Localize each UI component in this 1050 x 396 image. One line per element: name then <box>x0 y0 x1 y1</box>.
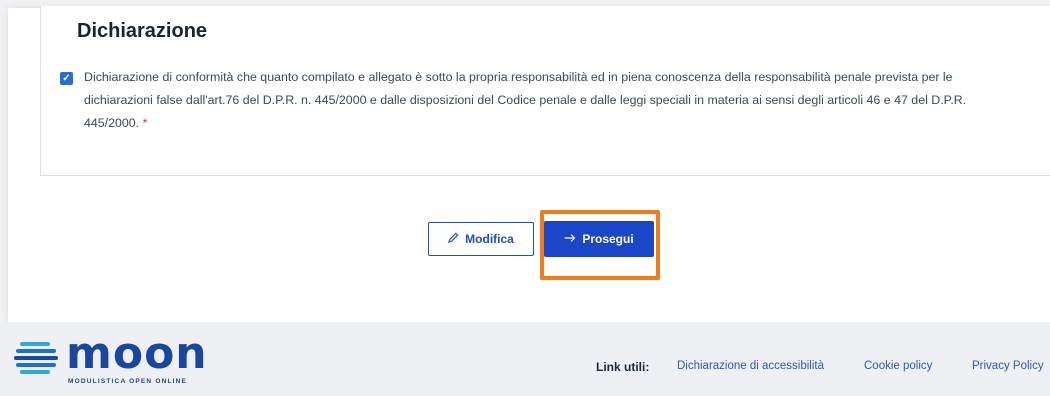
footer: moon MODULISTICA OPEN ONLINE Link utili:… <box>0 322 1050 396</box>
declaration-line-2: dichiarazioni false dall'art.76 del D.P.… <box>84 93 967 107</box>
prosegui-label: Prosegui <box>582 232 634 246</box>
moon-logo[interactable]: moon MODULISTICA OPEN ONLINE <box>14 332 207 390</box>
privacy-policy-link[interactable]: Privacy Policy <box>972 360 1044 372</box>
declaration-card: Dichiarazione ✓ Dichiarazione di conform… <box>40 6 1050 176</box>
main-content: Dichiarazione ✓ Dichiarazione di conform… <box>8 6 1050 322</box>
logo-wordmark: moon <box>66 328 208 379</box>
accessibility-link[interactable]: Dichiarazione di accessibilità <box>677 360 824 372</box>
declaration-checkbox[interactable]: ✓ <box>60 72 73 85</box>
prosegui-button[interactable]: Prosegui <box>544 221 654 257</box>
declaration-text: Dichiarazione di conformità che quanto c… <box>84 66 1034 135</box>
modifica-button[interactable]: Modifica <box>428 222 534 256</box>
declaration-line-1: Dichiarazione di conformità che quanto c… <box>84 70 953 84</box>
pencil-icon <box>448 232 459 246</box>
section-title: Dichiarazione <box>77 20 208 42</box>
declaration-line-3: 445/2000. * <box>84 116 148 130</box>
moon-logo-icon <box>14 342 58 374</box>
arrow-right-icon <box>564 232 576 246</box>
check-icon: ✓ <box>62 72 71 84</box>
required-marker: * <box>142 116 148 130</box>
modifica-label: Modifica <box>465 232 514 246</box>
logo-subtitle: MODULISTICA OPEN ONLINE <box>68 378 188 385</box>
links-label: Link utili: <box>596 360 650 374</box>
cookie-policy-link[interactable]: Cookie policy <box>864 360 932 372</box>
